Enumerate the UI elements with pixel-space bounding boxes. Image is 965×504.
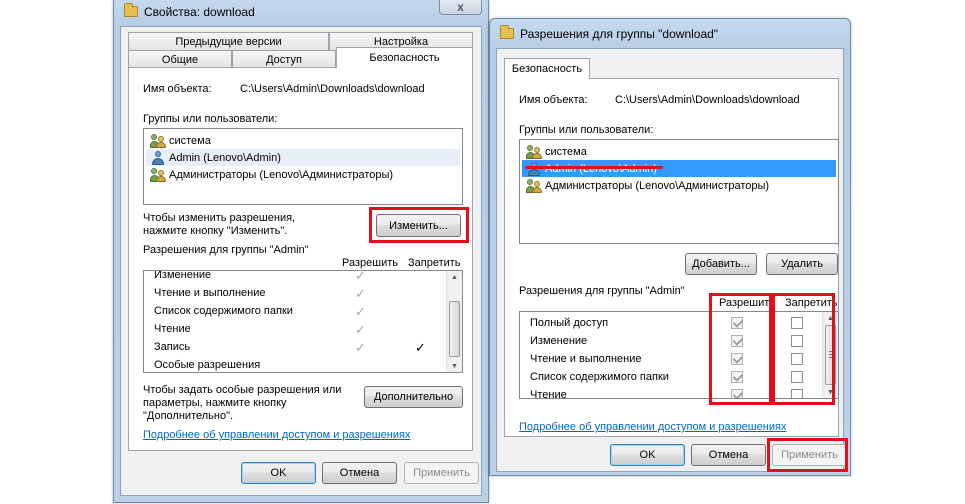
tab-general[interactable]: Общие [128,50,232,68]
list-item-admin[interactable]: Admin (Lenovo\Admin) [146,149,460,166]
perm-list-folder: Список содержимого папки [530,371,669,383]
user-name: Администраторы (Lenovo\Администраторы) [545,179,770,192]
user-name: система [545,145,587,158]
change-button-highlight [369,207,469,243]
close-button[interactable]: x [439,0,482,15]
allow-modify-check: ✓ [355,270,366,283]
permissions-panel: Имя объекта: C:\Users\Admin\Downloads\do… [504,78,839,437]
remove-button[interactable]: Удалить [766,253,838,275]
tab-security[interactable]: Безопасность [504,58,590,79]
tab-sharing[interactable]: Доступ [232,50,336,68]
perm-modify: Изменение [154,270,212,281]
user-name: Admin (Lenovo\Admin) [169,151,281,164]
perm-full-control: Полный доступ [530,317,609,329]
security-panel: Имя объекта: C:\Users\Admin\Downloads\do… [128,67,473,451]
perm-write: Запись [154,341,191,353]
folder-icon [124,3,138,17]
perm-list-folder: Список содержимого папки [154,305,293,317]
object-path: C:\Users\Admin\Downloads\download [615,94,800,106]
ok-button[interactable]: OK [610,444,685,466]
allow-read-check: ✓ [355,322,366,337]
perm-read: Чтение [530,389,567,399]
deny-header: Запретить [408,257,461,269]
scroll-thumb[interactable] [449,301,460,357]
change-hint-line1: Чтобы изменить разрешения, [143,212,296,224]
scroll-up-icon[interactable]: ▲ [447,271,462,283]
allow-read-execute-check: ✓ [355,286,366,301]
add-button[interactable]: Добавить... [685,253,757,275]
groups-label: Группы или пользователи: [143,113,278,125]
permissions-titlebar[interactable]: Разрешения для группы "download" [490,19,850,47]
folder-icon [500,25,514,39]
scroll-down-icon[interactable]: ▼ [447,360,462,372]
change-hint-line2: нажмите кнопку "Изменить". [143,225,288,237]
special-hint-line3: "Дополнительно". [143,410,234,422]
allow-write-check: ✓ [355,340,366,355]
properties-client: Предыдущие версии Настройка Общие Доступ… [120,26,482,496]
tab-previous-versions[interactable]: Предыдущие версии [128,32,329,50]
permissions-scrollbar[interactable]: ▲ ▼ [446,271,462,372]
perm-read-execute: Чтение и выполнение [154,287,266,299]
user-name: система [169,134,211,147]
allow-column-highlight [709,293,772,405]
perm-read-execute: Чтение и выполнение [530,353,642,365]
permissions-client: Безопасность Имя объекта: C:\Users\Admin… [496,48,848,472]
properties-window: Свойства: download x Предыдущие версии Н… [113,0,489,503]
list-item-administrators[interactable]: Администраторы (Lenovo\Администраторы) [522,177,836,194]
user-icon [150,150,166,165]
permissions-list[interactable]: Изменение ✓ Чтение и выполнение ✓ Список… [143,270,463,373]
group-icon [526,178,542,193]
cancel-button[interactable]: Отмена [322,462,397,484]
users-list[interactable]: система Admin (Lenovo\Admin) Администрат… [143,128,463,205]
special-hint-line1: Чтобы задать особые разрешения или [143,384,342,396]
perm-special: Особые разрешения [154,359,261,371]
cancel-button[interactable]: Отмена [691,444,766,466]
group-icon [526,144,542,159]
group-icon [150,133,166,148]
permissions-label: Разрешения для группы "Admin" [143,244,309,256]
list-item-system[interactable]: система [522,143,836,160]
allow-header: Разрешить [342,257,398,269]
deny-write-check: ✓ [415,340,426,355]
perm-modify: Изменение [530,335,588,347]
permissions-title: Разрешения для группы "download" [520,27,719,41]
object-name-label: Имя объекта: [143,83,212,95]
properties-titlebar[interactable]: Свойства: download x [114,0,488,25]
advanced-button[interactable]: Дополнительно [364,386,463,408]
permissions-window: Разрешения для группы "download" Безопас… [489,18,851,476]
admin-underline-highlight [525,166,663,169]
apply-button-highlight [767,438,848,472]
group-icon [150,167,166,182]
object-path: C:\Users\Admin\Downloads\download [240,83,425,95]
users-list[interactable]: система Admin (Lenovo\Admin) Администрат… [519,139,839,244]
ok-button[interactable]: OK [241,462,316,484]
learn-more-link[interactable]: Подробнее об управлении доступом и разре… [519,421,786,433]
list-item-administrators[interactable]: Администраторы (Lenovo\Администраторы) [146,166,460,183]
object-name-label: Имя объекта: [519,94,588,106]
user-name: Администраторы (Lenovo\Администраторы) [169,168,394,181]
perm-read: Чтение [154,323,191,335]
apply-button[interactable]: Применить [404,462,479,484]
permissions-label: Разрешения для группы "Admin" [519,285,685,297]
properties-title: Свойства: download [144,5,255,19]
allow-list-folder-check: ✓ [355,304,366,319]
groups-label: Группы или пользователи: [519,124,654,136]
deny-column-highlight [772,293,835,405]
list-item-system[interactable]: система [146,132,460,149]
learn-more-link[interactable]: Подробнее об управлении доступом и разре… [143,429,410,441]
special-hint-line2: параметры, нажмите кнопку [143,397,287,409]
tab-security[interactable]: Безопасность [336,47,473,68]
